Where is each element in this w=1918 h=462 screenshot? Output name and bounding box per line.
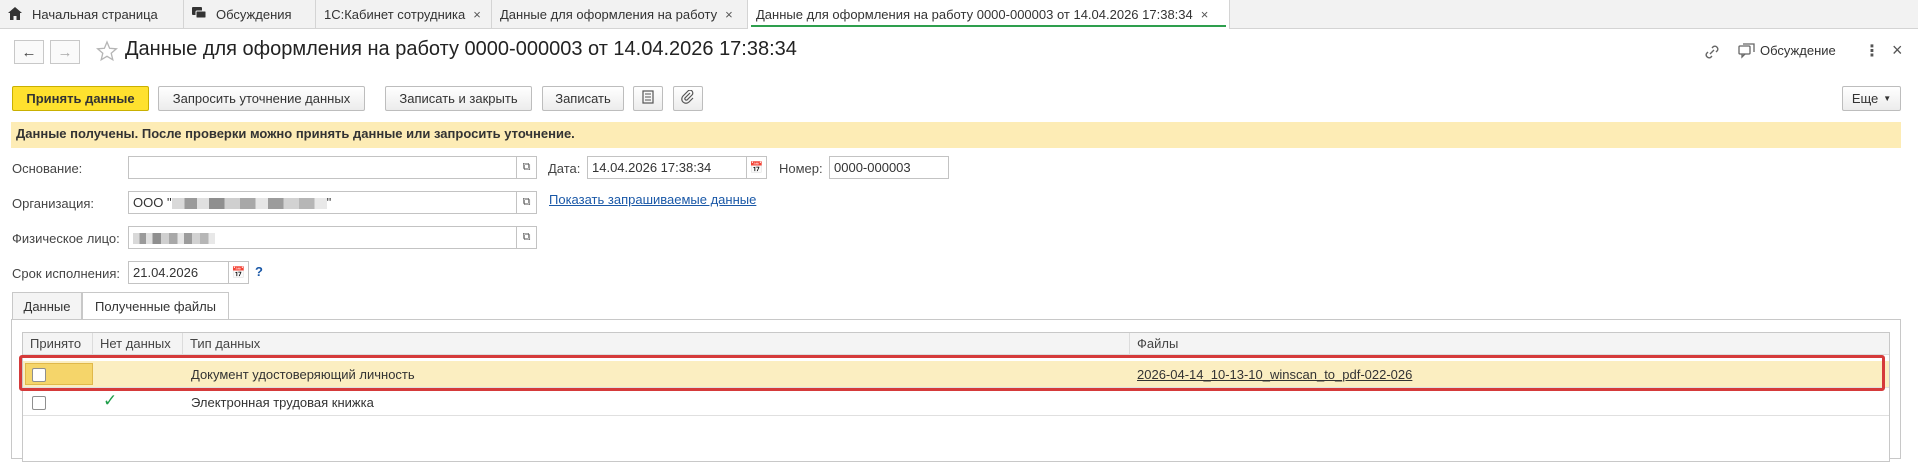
tab-label: Данные для оформления на работу 0000-000… (756, 7, 1193, 22)
open-icon: ⧉ (522, 196, 531, 208)
column-header-accepted[interactable]: Принято (23, 333, 93, 355)
number-label: Номер: (779, 161, 823, 176)
organization-suffix: " (326, 195, 332, 210)
open-person-button[interactable]: ⧉ (517, 226, 537, 249)
organization-prefix: ООО " (133, 195, 172, 210)
tab-bar: Начальная страница Обсуждения 1С:Кабинет… (0, 0, 1918, 29)
selection-highlight (19, 355, 1885, 391)
tab-label: Начальная страница (32, 7, 158, 22)
data-type-cell: Электронная трудовая книжка (191, 395, 374, 410)
tab-label: Данные для оформления на работу (500, 7, 718, 22)
active-tab-indicator (751, 25, 1226, 27)
redacted-organization-name (171, 198, 327, 210)
save-button[interactable]: Записать (542, 86, 624, 111)
home-icon (8, 6, 22, 23)
arrow-left-icon: ← (21, 43, 37, 61)
close-window-icon[interactable]: × (1892, 40, 1908, 60)
date-field[interactable]: 14.04.2026 17:38:34 (587, 156, 747, 179)
calendar-icon: 📅 (231, 267, 246, 279)
tab-data[interactable]: Данные (12, 292, 82, 319)
person-field[interactable] (128, 226, 517, 249)
person-label: Физическое лицо: (12, 231, 120, 246)
tab-home[interactable]: Начальная страница (0, 0, 184, 29)
column-header-no-data[interactable]: Нет данных (93, 333, 183, 355)
redacted-person-name (133, 233, 215, 245)
show-requested-data-link[interactable]: Показать запрашиваемые данные (549, 192, 756, 207)
back-button[interactable]: ← (14, 40, 44, 64)
more-actions-icon[interactable]: ⋮ (1864, 41, 1880, 61)
accepted-checkbox[interactable] (32, 396, 46, 410)
close-icon[interactable]: × (725, 7, 733, 22)
paperclip-icon (681, 89, 695, 107)
link-icon[interactable] (1703, 43, 1721, 61)
basis-field[interactable] (128, 156, 517, 179)
more-menu-label: Еще (1851, 91, 1879, 106)
basis-label: Основание: (12, 161, 83, 176)
tab-employment-data-list[interactable]: Данные для оформления на работу × (492, 0, 748, 29)
date-calendar-button[interactable]: 📅 (747, 156, 767, 179)
open-organization-button[interactable]: ⧉ (517, 191, 537, 214)
organization-label: Организация: (12, 196, 95, 211)
chevron-down-icon: ▼ (1883, 94, 1892, 103)
tab-label: 1С:Кабинет сотрудника (324, 7, 466, 22)
table-row[interactable]: ✓ Электронная трудовая книжка (23, 389, 1889, 416)
organization-field[interactable]: ООО " " (128, 191, 517, 214)
deadline-calendar-button[interactable]: 📅 (229, 261, 249, 284)
accept-data-button[interactable]: Принять данные (12, 86, 149, 111)
open-icon: ⧉ (522, 161, 531, 173)
save-and-close-button[interactable]: Записать и закрыть (385, 86, 532, 111)
deadline-field[interactable]: 21.04.2026 (128, 261, 229, 284)
deadline-label: Срок исполнения: (12, 266, 120, 281)
open-basis-button[interactable]: ⧉ (517, 156, 537, 179)
help-icon[interactable]: ? (255, 264, 263, 279)
forward-button[interactable]: → (50, 40, 80, 64)
column-header-data-type[interactable]: Тип данных (183, 333, 1130, 355)
attachments-button[interactable] (673, 86, 703, 111)
tab-discussions[interactable]: Обсуждения (184, 0, 316, 29)
request-clarification-button[interactable]: Запросить уточнение данных (158, 86, 365, 111)
more-menu-button[interactable]: Еще ▼ (1842, 86, 1901, 111)
date-label: Дата: (548, 161, 581, 176)
document-list-icon (642, 90, 654, 107)
chat-icon (192, 6, 207, 23)
favorite-star-icon[interactable] (95, 40, 119, 62)
tab-received-files[interactable]: Полученные файлы (82, 292, 229, 320)
column-header-files[interactable]: Файлы (1130, 333, 1889, 355)
discussion-icon (1738, 43, 1755, 60)
tab-label: Обсуждения (216, 7, 292, 22)
calendar-icon: 📅 (749, 162, 764, 174)
tab-employment-data-document[interactable]: Данные для оформления на работу 0000-000… (748, 0, 1230, 29)
open-icon: ⧉ (522, 231, 531, 243)
checkmark-icon: ✓ (103, 391, 118, 410)
arrow-right-icon: → (57, 43, 73, 61)
page-title: Данные для оформления на работу 0000-000… (125, 38, 797, 60)
info-message: Данные получены. После проверки можно пр… (11, 122, 1901, 148)
report-button[interactable] (633, 86, 663, 111)
number-field[interactable]: 0000-000003 (829, 156, 949, 179)
discussion-button[interactable]: Обсуждение (1760, 43, 1836, 58)
close-icon[interactable]: × (1201, 7, 1209, 22)
tab-employee-cabinet[interactable]: 1С:Кабинет сотрудника × (316, 0, 492, 29)
close-icon[interactable]: × (473, 7, 481, 22)
